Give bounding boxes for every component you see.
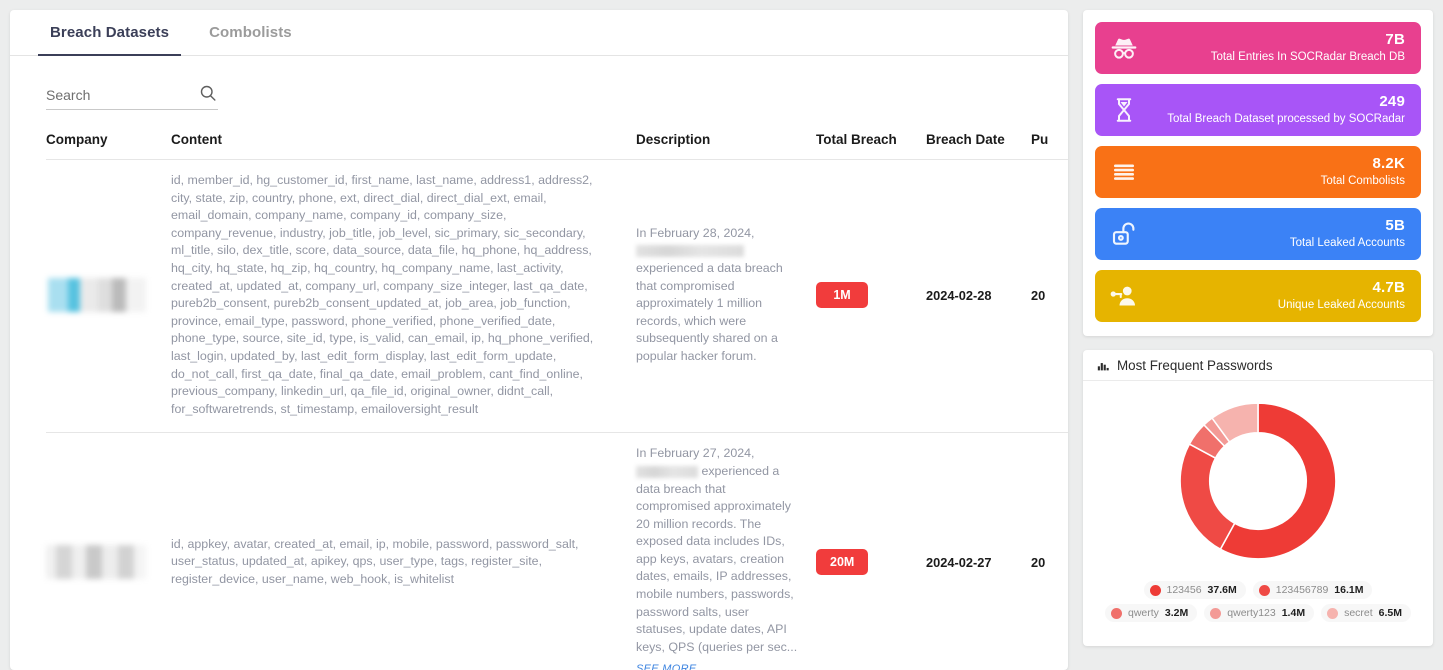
donut-slice-123456789[interactable] bbox=[1179, 442, 1236, 551]
cell-company bbox=[46, 545, 171, 580]
legend-dot bbox=[1210, 607, 1222, 619]
legend-label: qwerty bbox=[1127, 607, 1159, 619]
search-icon[interactable] bbox=[198, 83, 218, 103]
hourglass-icon bbox=[1116, 98, 1132, 122]
stat-text: 7B Total Entries In SOCRadar Breach DB bbox=[1210, 31, 1405, 64]
legend-label: 123456789 bbox=[1275, 584, 1329, 596]
see-more-link[interactable]: SEE MORE bbox=[636, 661, 696, 670]
column-header-company: Company bbox=[46, 132, 108, 147]
search-field[interactable] bbox=[46, 83, 218, 110]
legend-dot bbox=[1110, 607, 1122, 619]
legend-label: qwerty123 bbox=[1227, 607, 1276, 619]
legend-dot bbox=[1327, 607, 1339, 619]
description-date-prefix: In February 27, 2024, bbox=[636, 446, 755, 461]
user-key-icon bbox=[1110, 286, 1135, 306]
stat-unique-leaked-accounts[interactable]: 4.7B Unique Leaked Accounts bbox=[1095, 270, 1421, 322]
legend-item-qwerty[interactable]: qwerty 3.2M bbox=[1104, 604, 1198, 622]
table-row[interactable]: id, appkey, avatar, created_at, email, i… bbox=[46, 433, 1068, 670]
cell-published-date: 20 bbox=[1031, 554, 1046, 570]
table-row[interactable]: id, member_id, hg_customer_id, first_nam… bbox=[46, 160, 1068, 434]
table-header-row: Company Content Description Total Breach… bbox=[46, 132, 1068, 160]
main-panel: Breach Datasets Combolists Company Conte… bbox=[10, 10, 1068, 670]
column-header-published: Pu bbox=[1031, 132, 1049, 147]
company-logo-redacted bbox=[46, 278, 146, 313]
legend-value: 1.4M bbox=[1281, 607, 1306, 619]
cell-content: id, member_id, hg_customer_id, first_nam… bbox=[171, 173, 594, 416]
legend-value: 16.1M bbox=[1334, 584, 1364, 596]
cell-description: In February 27, 2024, experienced a data… bbox=[636, 445, 816, 670]
total-breach-badge: 1M bbox=[816, 282, 868, 309]
sidebar: 7B Total Entries In SOCRadar Breach DB 2… bbox=[1083, 10, 1433, 670]
description-body: experienced a data breach that compromis… bbox=[636, 260, 783, 363]
legend-value: 3.2M bbox=[1164, 607, 1189, 619]
cell-company bbox=[46, 278, 171, 313]
bar-chart-icon bbox=[1097, 362, 1109, 370]
cell-total-breach: 20M bbox=[816, 549, 926, 576]
legend-label: 123456 bbox=[1166, 584, 1202, 596]
donut-svg[interactable] bbox=[1163, 386, 1353, 576]
legend-item-123456[interactable]: 123456 37.6M bbox=[1143, 581, 1246, 599]
stat-label: Total Entries In SOCRadar Breach DB bbox=[1210, 50, 1405, 63]
search-input[interactable] bbox=[46, 87, 176, 103]
tab-bar: Breach Datasets Combolists bbox=[10, 10, 1068, 56]
stats-card: 7B Total Entries In SOCRadar Breach DB 2… bbox=[1083, 10, 1433, 336]
legend-dot bbox=[1258, 584, 1270, 596]
stat-total-entries[interactable]: 7B Total Entries In SOCRadar Breach DB bbox=[1095, 22, 1421, 74]
cell-breach-date: 2024-02-27 bbox=[926, 554, 992, 570]
stat-text: 249 Total Breach Dataset processed by SO… bbox=[1167, 93, 1405, 126]
cell-content: id, appkey, avatar, created_at, email, i… bbox=[171, 536, 579, 586]
description-date-prefix: In February 28, 2024, bbox=[636, 225, 755, 240]
column-header-breach-date: Breach Date bbox=[926, 132, 1005, 147]
legend-item-qwerty123[interactable]: qwerty123 1.4M bbox=[1204, 604, 1315, 622]
chart-header: Most Frequent Passwords bbox=[1083, 350, 1433, 381]
cell-breach-date: 2024-02-28 bbox=[926, 287, 992, 303]
legend-dot bbox=[1149, 584, 1161, 596]
column-header-description: Description bbox=[636, 132, 711, 147]
total-breach-badge: 20M bbox=[816, 549, 869, 576]
legend-value: 6.5M bbox=[1378, 607, 1402, 619]
stat-text: 4.7B Unique Leaked Accounts bbox=[1277, 279, 1405, 312]
stat-label: Total Combolists bbox=[1320, 174, 1405, 187]
stat-text: 5B Total Leaked Accounts bbox=[1289, 217, 1405, 250]
column-header-content: Content bbox=[171, 132, 222, 147]
stat-value: 4.7B bbox=[1372, 279, 1405, 297]
company-name-redacted bbox=[636, 465, 698, 478]
description-body: experienced a data breach that compromis… bbox=[636, 463, 798, 654]
list-lines-icon bbox=[1114, 164, 1134, 180]
stat-total-leaked-accounts[interactable]: 5B Total Leaked Accounts bbox=[1095, 208, 1421, 260]
stat-total-datasets[interactable]: 249 Total Breach Dataset processed by SO… bbox=[1095, 84, 1421, 136]
legend-item-secret[interactable]: secret 6.5M bbox=[1321, 604, 1411, 622]
most-frequent-passwords-card: Most Frequent Passwords 123456 37.6M 12345… bbox=[1083, 350, 1433, 646]
stat-label: Unique Leaked Accounts bbox=[1277, 298, 1405, 311]
cell-published-date: 20 bbox=[1031, 287, 1046, 303]
tab-combolists-label: Combolists bbox=[209, 24, 292, 41]
stat-total-combolists[interactable]: 8.2K Total Combolists bbox=[1095, 146, 1421, 198]
donut-chart bbox=[1083, 381, 1433, 581]
stat-label: Total Breach Dataset processed by SOCRad… bbox=[1167, 112, 1405, 125]
stat-value: 249 bbox=[1379, 93, 1405, 111]
company-logo-redacted bbox=[46, 545, 146, 580]
cell-description: In February 28, 2024, experienced a data… bbox=[636, 225, 816, 366]
stat-value: 7B bbox=[1385, 31, 1405, 49]
legend-value: 37.6M bbox=[1207, 584, 1237, 596]
stat-value: 5B bbox=[1385, 217, 1405, 235]
stat-label: Total Leaked Accounts bbox=[1289, 236, 1405, 249]
tab-breach-datasets-label: Breach Datasets bbox=[50, 24, 170, 41]
legend-item-123456789[interactable]: 123456789 16.1M bbox=[1252, 581, 1373, 599]
legend-label: secret bbox=[1344, 607, 1373, 619]
stat-text: 8.2K Total Combolists bbox=[1320, 155, 1405, 188]
column-header-total-breach: Total Breach bbox=[816, 132, 897, 147]
chart-title: Most Frequent Passwords bbox=[1117, 357, 1273, 373]
breach-table: Company Content Description Total Breach… bbox=[10, 132, 1068, 670]
tab-breach-datasets[interactable]: Breach Datasets bbox=[38, 10, 182, 56]
stat-value: 8.2K bbox=[1372, 155, 1405, 173]
incognito-icon bbox=[1111, 38, 1137, 59]
chart-legend: 123456 37.6M 123456789 16.1M qwerty 3.2M qwert… bbox=[1083, 581, 1433, 622]
company-name-redacted bbox=[636, 245, 744, 258]
breach-datasets-page: Breach Datasets Combolists Company Conte… bbox=[0, 0, 1443, 670]
tab-combolists[interactable]: Combolists bbox=[197, 10, 304, 55]
cell-total-breach: 1M bbox=[816, 282, 926, 309]
unlock-icon bbox=[1112, 222, 1135, 245]
